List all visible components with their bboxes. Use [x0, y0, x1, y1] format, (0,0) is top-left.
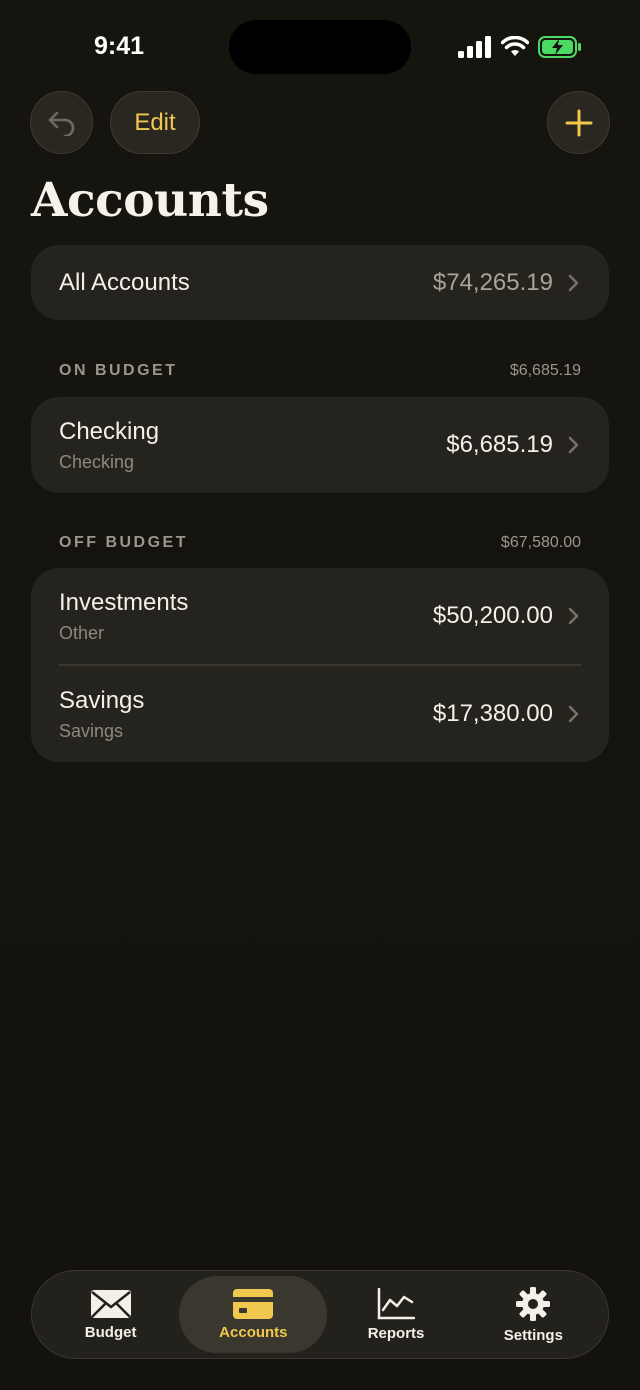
row-titles: Checking Checking — [59, 418, 446, 473]
account-type: Checking — [59, 451, 135, 472]
tab-label: Settings — [503, 1326, 563, 1344]
status-time: 9:41 — [94, 32, 145, 60]
undo-button[interactable] — [30, 91, 93, 154]
undo-icon — [48, 111, 74, 136]
account-name: Checking — [59, 417, 160, 445]
accounts-screen: 9:41 Edit Accounts All Accounts $74,265.… — [0, 0, 640, 1390]
row-titles: All Accounts — [59, 269, 433, 297]
all-accounts-card[interactable]: All Accounts $74,265.19 — [31, 245, 609, 320]
off-budget-header: OFF BUDGET $67,580.00 — [59, 534, 581, 552]
tab-reports[interactable]: Reports — [327, 1276, 464, 1353]
battery-charging-icon — [538, 36, 581, 58]
all-accounts-row[interactable]: All Accounts $74,265.19 — [31, 245, 609, 320]
edit-button[interactable]: Edit — [110, 91, 200, 154]
envelope-icon — [90, 1289, 131, 1318]
credit-card-icon — [233, 1288, 274, 1319]
gear-icon — [516, 1286, 551, 1321]
cellular-signal-icon — [458, 36, 491, 58]
account-balance: $50,200.00 — [432, 602, 553, 629]
chevron-right-icon — [568, 705, 579, 723]
account-type: Savings — [59, 720, 124, 741]
chart-icon — [377, 1287, 416, 1319]
section-total: $6,685.19 — [509, 362, 581, 379]
add-account-button[interactable] — [547, 91, 610, 154]
row-titles: Savings Savings — [59, 687, 433, 742]
all-accounts-label: All Accounts — [59, 268, 190, 296]
wifi-icon — [501, 36, 529, 56]
dynamic-island — [229, 20, 411, 74]
status-icons — [458, 34, 582, 60]
chevron-right-icon — [568, 607, 579, 625]
off-budget-card: Investments Other $50,200.00 Savings Sav… — [31, 568, 609, 762]
tab-label: Budget — [84, 1323, 137, 1341]
account-row-checking[interactable]: Checking Checking $6,685.19 — [31, 397, 609, 493]
row-titles: Investments Other — [59, 589, 433, 644]
account-type: Other — [59, 622, 105, 643]
chevron-right-icon — [568, 436, 579, 454]
tab-settings[interactable]: Settings — [465, 1276, 602, 1353]
account-balance: $17,380.00 — [432, 700, 553, 727]
on-budget-header: ON BUDGET $6,685.19 — [59, 362, 581, 380]
account-row-investments[interactable]: Investments Other $50,200.00 — [31, 568, 609, 664]
tab-label: Accounts — [219, 1323, 288, 1341]
tab-accounts[interactable]: Accounts — [179, 1276, 328, 1353]
all-accounts-amount: $74,265.19 — [432, 268, 553, 296]
tab-bar: Budget Accounts Reports Settings — [31, 1270, 609, 1359]
section-title: OFF BUDGET — [59, 534, 188, 551]
tab-budget[interactable]: Budget — [42, 1276, 179, 1353]
section-title: ON BUDGET — [59, 362, 178, 379]
account-name: Investments — [59, 588, 189, 616]
account-name: Savings — [59, 686, 145, 714]
account-row-savings[interactable]: Savings Savings $17,380.00 — [31, 666, 609, 762]
page-title: Accounts — [31, 173, 269, 228]
account-balance: $6,685.19 — [446, 431, 553, 458]
chevron-right-icon — [568, 274, 579, 291]
section-total: $67,580.00 — [500, 534, 581, 551]
on-budget-card: Checking Checking $6,685.19 — [31, 397, 609, 493]
plus-icon — [565, 109, 592, 136]
tab-label: Reports — [367, 1324, 425, 1342]
